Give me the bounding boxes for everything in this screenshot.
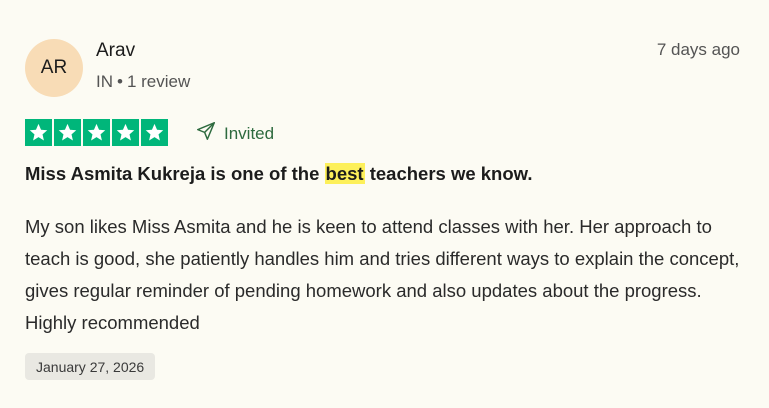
title-highlight: best [324,163,365,184]
review-card: AR Arav IN•1 review 7 days ago Invited [0,0,769,408]
avatar[interactable]: AR [25,39,83,97]
reviewer-review-count: 1 review [126,72,191,91]
invited-label: Invited [224,123,275,143]
star-icon [54,119,81,146]
date-of-experience: January 27, 2026 [25,353,156,380]
send-icon [195,120,217,147]
title-text-before: Miss Asmita Kukreja is one of the [25,163,325,184]
meta-separator: • [117,72,123,91]
review-date-ago: 7 days ago [656,40,740,59]
star-icon [25,119,52,146]
star-rating [25,119,168,146]
reviewer-country: IN [96,72,113,91]
star-icon [141,119,168,146]
star-icon [83,119,110,146]
star-icon [112,119,139,146]
review-body: My son likes Miss Asmita and he is keen … [25,216,740,333]
review-title[interactable]: Miss Asmita Kukreja is one of the best t… [25,163,533,185]
reviewer-meta: IN • 1 review [96,72,190,92]
title-text-after: teachers we know. [364,163,533,184]
invited-badge[interactable]: Invited [195,120,274,147]
reviewer-name[interactable]: Arav [96,40,135,62]
